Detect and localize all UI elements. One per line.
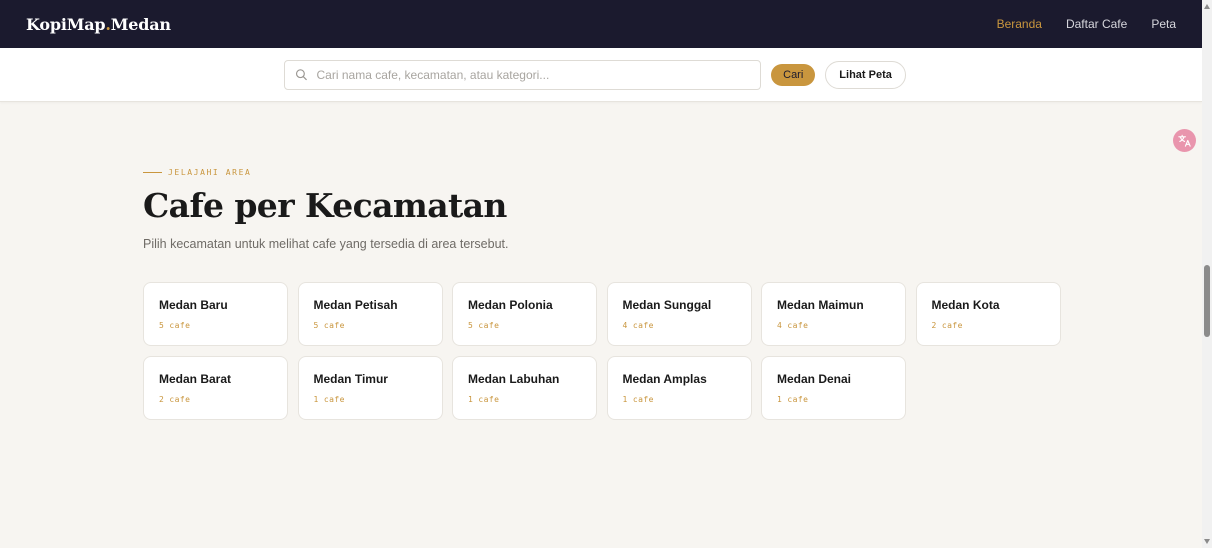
scrollbar-thumb[interactable]	[1204, 265, 1210, 337]
district-name: Medan Maimun	[777, 298, 864, 312]
district-card-medan-petisah[interactable]: Medan Petisah 5 cafe	[297, 282, 443, 346]
nav-link-peta[interactable]: Peta	[1151, 17, 1176, 31]
nav-link-beranda[interactable]: Beranda	[997, 17, 1042, 31]
brand-main: KopiMap	[26, 14, 106, 34]
district-cafe-count: 5 cafe	[159, 321, 191, 330]
district-cafe-count: 1 cafe	[622, 395, 654, 404]
district-cafe-count: 2 cafe	[931, 321, 963, 330]
top-navbar: KopiMap.Medan Beranda Daftar Cafe Peta	[0, 0, 1202, 48]
scroll-down-arrow-icon[interactable]	[1204, 539, 1210, 544]
search-icon	[296, 69, 307, 81]
district-name: Medan Petisah	[313, 298, 398, 312]
district-cafe-count: 1 cafe	[777, 395, 809, 404]
district-card-medan-maimun[interactable]: Medan Maimun 4 cafe	[761, 282, 906, 346]
district-cafe-count: 1 cafe	[468, 395, 500, 404]
search-bar: Cari Lihat Peta	[0, 48, 1202, 102]
eyebrow-line	[143, 171, 162, 173]
brand-suffix: Medan	[110, 14, 171, 34]
district-name: Medan Denai	[777, 372, 852, 386]
translate-glyph-icon	[1178, 134, 1191, 147]
district-card-medan-timur[interactable]: Medan Timur 1 cafe	[297, 356, 443, 420]
district-grid: Medan Baru 5 cafe Medan Petisah 5 cafe M…	[143, 282, 1061, 420]
district-name: Medan Sunggal	[622, 298, 712, 312]
district-section-header: JELAJAHI AREA Cafe per Kecamatan Pilih k…	[143, 166, 509, 251]
nav-link-daftar-cafe[interactable]: Daftar Cafe	[1066, 17, 1127, 31]
district-name: Medan Labuhan	[468, 372, 560, 386]
district-cafe-count: 1 cafe	[313, 395, 345, 404]
search-input[interactable]	[316, 67, 751, 82]
district-name: Medan Amplas	[622, 372, 707, 386]
site-logo[interactable]: KopiMap.Medan	[26, 15, 171, 34]
page-scrollbar[interactable]	[1202, 0, 1212, 548]
district-card-medan-polonia[interactable]: Medan Polonia 5 cafe	[452, 282, 597, 346]
view-map-button[interactable]: Lihat Peta	[825, 60, 906, 89]
scroll-up-arrow-icon[interactable]	[1204, 4, 1210, 9]
section-eyebrow: JELAJAHI AREA	[143, 166, 509, 178]
district-name: Medan Barat	[159, 372, 232, 386]
district-cafe-count: 4 cafe	[622, 321, 654, 330]
district-cafe-count: 5 cafe	[468, 321, 500, 330]
district-name: Medan Baru	[159, 298, 228, 312]
district-card-medan-amplas[interactable]: Medan Amplas 1 cafe	[606, 356, 752, 420]
nav-links: Beranda Daftar Cafe Peta	[997, 17, 1176, 31]
district-name: Medan Kota	[931, 298, 1000, 312]
district-card-medan-baru[interactable]: Medan Baru 5 cafe	[143, 282, 288, 346]
district-card-medan-kota[interactable]: Medan Kota 2 cafe	[915, 282, 1061, 346]
page-title: Cafe per Kecamatan	[143, 186, 507, 225]
district-card-medan-denai[interactable]: Medan Denai 1 cafe	[761, 356, 906, 420]
translate-icon[interactable]	[1173, 129, 1196, 152]
district-cafe-count: 5 cafe	[313, 321, 345, 330]
search-field[interactable]	[284, 59, 762, 90]
district-card-medan-barat[interactable]: Medan Barat 2 cafe	[143, 356, 288, 420]
page-subtitle: Pilih kecamatan untuk melihat cafe yang …	[143, 237, 509, 251]
district-card-medan-sunggal[interactable]: Medan Sunggal 4 cafe	[606, 282, 752, 346]
district-cafe-count: 2 cafe	[159, 395, 191, 404]
eyebrow-text: JELAJAHI AREA	[168, 167, 252, 177]
district-cafe-count: 4 cafe	[777, 321, 809, 330]
district-card-medan-labuhan[interactable]: Medan Labuhan 1 cafe	[452, 356, 597, 420]
district-name: Medan Timur	[313, 372, 388, 386]
search-button[interactable]: Cari	[771, 63, 816, 86]
district-name: Medan Polonia	[468, 298, 553, 312]
